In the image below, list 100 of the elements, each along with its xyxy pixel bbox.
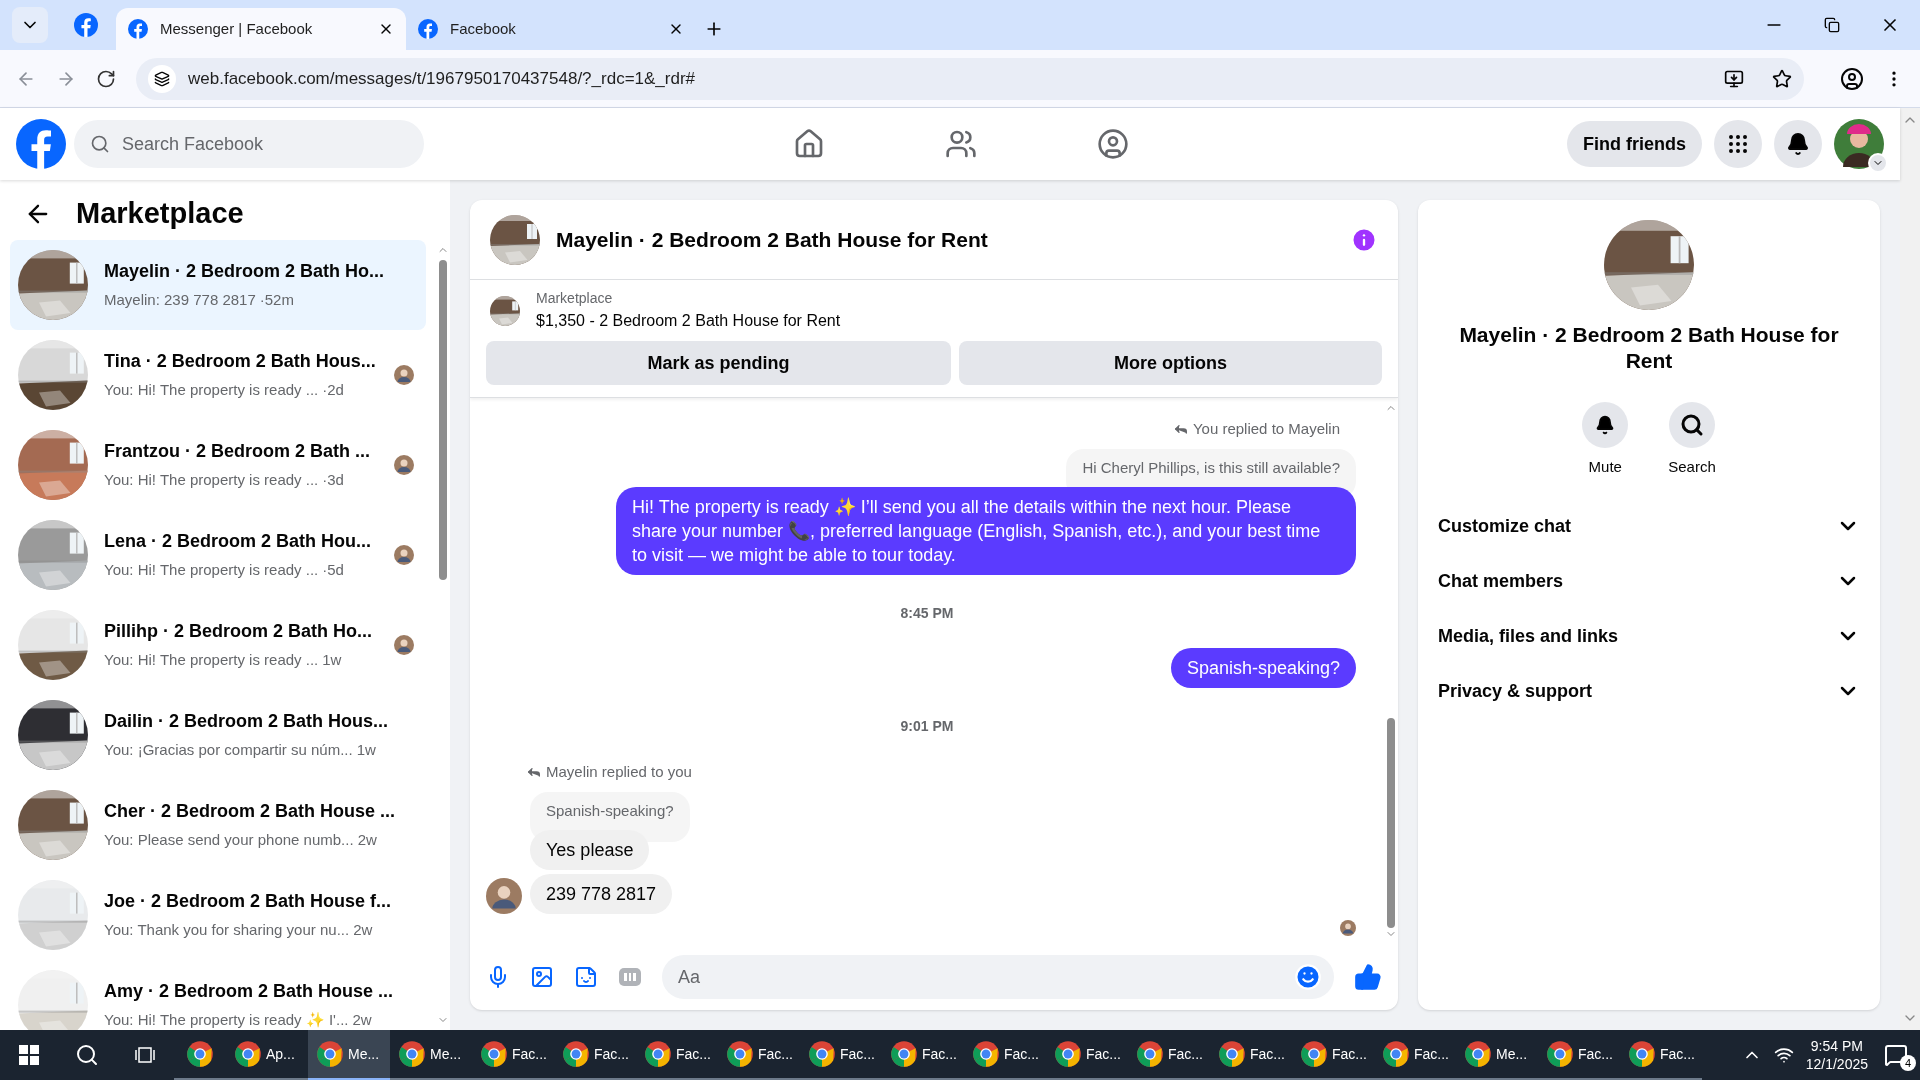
browser-icon [480,1040,508,1068]
network-icon[interactable] [1773,1045,1794,1065]
browser-icon [398,1040,426,1068]
windows-icon[interactable] [19,1045,39,1065]
task-view-icon[interactable] [135,1045,155,1065]
timestamp: 1w [356,740,376,761]
timestamp: ·5d [322,560,344,581]
taskbar-app[interactable]: Fac... [718,1030,800,1080]
timestamp: 9:01 PM [900,717,954,736]
message-preview: You: Thank you for sharing your nu... [104,920,350,941]
conversation-title: Lena · 2 Bedroom 2 Bath Hou... [104,530,373,554]
read-receipt-avatar [1340,920,1356,936]
conversation-title: Amy · 2 Bedroom 2 Bath House ... [104,980,395,1004]
taskbar-app[interactable]: Fac... [1128,1030,1210,1080]
timestamp: ·3d [322,470,344,491]
search-icon [90,134,110,154]
taskbar-app[interactable]: Fac... [554,1030,636,1080]
search-field[interactable]: Search Facebook [74,120,424,168]
notification-count: 4 [1900,1055,1916,1071]
details-section[interactable]: Media, files and links [1438,608,1860,664]
taskbar-app[interactable]: Me... [390,1030,472,1080]
sidebar-title: Marketplace [76,196,244,232]
url-text: web.facebook.com/messages/t/1967950170437548/?_rdc=1&_rdr# [188,67,697,90]
message-preview: You: Please send your phone numb... [104,830,354,851]
scrollbar-thumb[interactable] [1387,718,1395,928]
menu-button[interactable] [1714,120,1762,168]
facebook-logo[interactable] [128,19,148,39]
bell-icon [1786,132,1810,156]
message-field[interactable]: Aa [662,955,1334,999]
conversation-title: Joe · 2 Bedroom 2 Bath House f... [104,890,393,914]
facebook-logo[interactable] [16,119,66,169]
details-section[interactable]: Customize chat [1438,498,1860,554]
timestamp: ·2d [322,380,344,401]
bell-icon [1595,415,1616,435]
listing-label: Marketplace [536,289,614,308]
search-button[interactable] [1669,402,1715,448]
browser-icon [1300,1040,1328,1068]
mute-button[interactable] [1582,402,1629,448]
browser-icon [726,1040,754,1068]
browser-icon [644,1040,672,1068]
browser-icon [1628,1040,1656,1068]
bookmark-icon[interactable] [1772,68,1792,89]
taskbar-app[interactable]: Fac... [1538,1030,1620,1080]
install-icon[interactable] [1724,68,1744,89]
facebook-logo[interactable] [418,19,438,39]
browser-tab[interactable]: Messenger | Facebook [116,8,406,50]
reply-note: Mayelin replied to you [546,762,692,782]
scrollbar[interactable] [1900,108,1920,1030]
listing-action-button[interactable]: More options [959,341,1382,385]
message-bubble: Yes please [530,830,650,870]
restore-icon[interactable] [1824,17,1840,33]
message-preview: You: ¡Gracias por compartir su núm... [104,740,353,761]
reply-note: You replied to Mayelin [1192,419,1340,439]
like-icon[interactable] [1354,963,1382,991]
message-preview: Mayelin: 239 778 2817 [104,290,256,311]
profile-icon[interactable] [1840,66,1864,91]
timestamp: 8:45 PM [900,604,954,623]
message-bubble: 239 778 2817 [530,874,673,914]
taskbar-app[interactable]: Fac... [472,1030,554,1080]
chat-title: Mayelin · 2 Bedroom 2 Bath House for Rent [556,226,989,253]
conversation-title: Mayelin · 2 Bedroom 2 Bath House for Rent [1458,322,1840,374]
reload-icon[interactable] [96,68,116,89]
friends-icon[interactable] [944,128,977,160]
taskbar-app[interactable]: Fac... [1620,1030,1702,1080]
taskbar-app[interactable]: Fac... [1292,1030,1374,1080]
taskbar-app[interactable]: Fac... [1210,1030,1292,1080]
taskbar-app[interactable]: Fac... [882,1030,964,1080]
taskbar-app[interactable]: Fac... [1046,1030,1128,1080]
listing-action-button[interactable]: Mark as pending [486,341,952,385]
address-field[interactable]: web.facebook.com/messages/t/1967950170437548/?_rdc=1&_rdr# [136,57,1804,100]
search-icon[interactable] [75,1043,99,1067]
browser-icon [1464,1040,1492,1068]
message-preview: You: Hi! The property is ready ... [104,650,319,671]
notifications-button[interactable] [1774,120,1822,168]
taskbar-app[interactable]: Fac... [1374,1030,1456,1080]
details-section[interactable]: Chat members [1438,553,1860,609]
avatar[interactable] [1834,119,1884,169]
taskbar-app[interactable]: Fac... [964,1030,1046,1080]
groups-icon[interactable] [1096,128,1129,160]
sticker-icon[interactable] [574,965,598,989]
taskbar-app[interactable]: Fac... [800,1030,882,1080]
browser-icon [1136,1040,1164,1068]
taskbar-app[interactable]: Me... [308,1030,390,1080]
scrollbar-thumb[interactable] [439,260,447,580]
find-friends-button[interactable]: Find friends [1567,121,1702,167]
taskbar-app[interactable]: Fac... [636,1030,718,1080]
browser-icon [972,1040,1000,1068]
action-label: Mute [1588,457,1622,477]
taskbar-app[interactable]: Me... [1456,1030,1538,1080]
message-bubble: Spanish-speaking? [1170,648,1356,688]
conversation-title: Frantzou · 2 Bedroom 2 Bath ... [104,440,372,464]
details-section[interactable]: Privacy & support [1438,663,1860,719]
clock-time: 9:54 PM [1810,1037,1863,1055]
image-icon[interactable] [530,965,554,989]
browser-icon [1054,1040,1082,1068]
browser-tab[interactable]: Facebook [406,8,696,50]
browser-icon [316,1040,344,1068]
facebook-logo[interactable] [74,13,98,37]
conversation-title: Mayelin · 2 Bedroom 2 Bath Ho... [104,260,386,284]
conversation-item[interactable]: Mayelin · 2 Bedroom 2 Bath Ho... Mayelin: 239 778 2817 ·52m [10,240,426,330]
